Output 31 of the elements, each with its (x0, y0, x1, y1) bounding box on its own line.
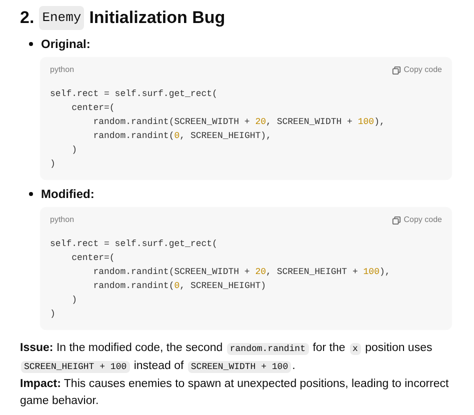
bullet-label: Modified: (41, 186, 94, 203)
code-line: ) (70, 144, 78, 157)
copy-icon (392, 216, 401, 224)
copy-code-button[interactable]: Copy code (392, 64, 442, 76)
code-line: random.randint(SCREEN_WIDTH + 20, SCREEN_HEIGHT + 100), (92, 266, 390, 279)
heading-title: Initialization Bug (89, 7, 226, 29)
inline-code: x (350, 343, 361, 355)
language-label: python (50, 64, 74, 76)
issue-text: Issue: In the modified code, the second random.randint for the x position uses SCREEN_HEIGHT + 100 instead of SCREEN_WIDTH + 100 . (20, 341, 434, 375)
code-line: self.rect = self.surf.get_rect( (50, 88, 218, 101)
code-line: random.randint(0, SCREEN_HEIGHT) (92, 280, 266, 293)
language-label: python (50, 214, 74, 226)
code-line: random.randint(SCREEN_WIDTH + 20, SCREEN_WIDTH + 100), (92, 116, 385, 129)
code-line: center=( (70, 252, 115, 265)
bullet-icon (29, 42, 33, 46)
inline-code: Enemy (39, 6, 84, 30)
code-line: ) (50, 158, 56, 171)
code-line: center=( (70, 102, 115, 115)
copy-icon (392, 66, 401, 74)
code-line: self.rect = self.surf.get_rect( (50, 238, 218, 251)
code-line: ) (70, 294, 78, 307)
copy-code-button[interactable]: Copy code (392, 214, 442, 226)
heading-number: 2. (20, 7, 34, 29)
bullet-label: Original: (41, 36, 90, 53)
impact-text: Impact: This causes enemies to spawn at unexpected positions, leading to incorrect game behavior. (20, 377, 450, 409)
inline-code: random.randint (226, 343, 308, 355)
bullet-icon (29, 192, 33, 196)
code-line: random.randint(0, SCREEN_HEIGHT), (92, 130, 272, 143)
code-line: ) (50, 308, 56, 321)
inline-code: SCREEN_WIDTH + 100 (188, 361, 292, 373)
inline-code: SCREEN_HEIGHT + 100 (21, 361, 130, 373)
